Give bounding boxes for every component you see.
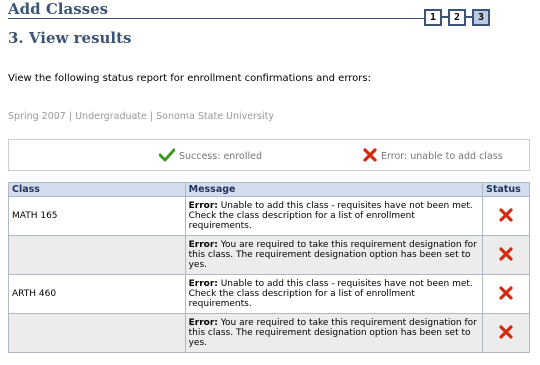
title-divider bbox=[8, 18, 424, 19]
legend-success-label: Success: enrolled bbox=[179, 151, 262, 162]
message-text: You are required to take this requiremen… bbox=[188, 240, 477, 270]
status-cell bbox=[482, 274, 530, 314]
status-cell bbox=[482, 313, 530, 353]
page-title: Add Classes bbox=[8, 0, 109, 18]
section-title: 3. View results bbox=[8, 29, 132, 47]
intro-text: View the following status report for enr… bbox=[8, 73, 371, 84]
error-label: Error: bbox=[188, 318, 218, 328]
message-text: You are required to take this requiremen… bbox=[188, 318, 477, 348]
error-label: Error: bbox=[188, 279, 218, 289]
table-row: ARTH 460 Error: Unable to add this class… bbox=[8, 274, 530, 314]
error-label: Error: bbox=[188, 240, 218, 250]
x-icon bbox=[499, 324, 513, 342]
table-header-row: Class Message Status bbox=[8, 182, 530, 197]
column-header-status: Status bbox=[482, 182, 530, 197]
status-cell bbox=[482, 235, 530, 275]
column-header-class: Class bbox=[8, 182, 186, 197]
message-cell: Error: You are required to take this req… bbox=[184, 235, 484, 275]
message-text: Unable to add this class - requisites ha… bbox=[188, 279, 473, 309]
step-2: 2 bbox=[448, 8, 466, 26]
status-cell bbox=[482, 196, 530, 236]
legend-error: Error: unable to add class bbox=[363, 148, 503, 165]
legend-success: Success: enrolled bbox=[158, 148, 262, 165]
table-row: Error: You are required to take this req… bbox=[8, 313, 530, 353]
class-cell bbox=[8, 235, 186, 275]
step-1: 1 bbox=[424, 8, 442, 26]
error-label: Error: bbox=[188, 201, 218, 211]
step-indicator: 1 2 3 bbox=[424, 8, 490, 26]
message-text: Unable to add this class - requisites ha… bbox=[188, 201, 473, 231]
x-icon bbox=[499, 207, 513, 225]
class-cell bbox=[8, 313, 186, 353]
term-info: Spring 2007 | Undergraduate | Sonoma Sta… bbox=[8, 111, 274, 122]
class-cell: ARTH 460 bbox=[8, 274, 186, 314]
x-icon bbox=[363, 148, 377, 165]
message-cell: Error: You are required to take this req… bbox=[184, 313, 484, 353]
x-icon bbox=[499, 246, 513, 264]
legend-error-label: Error: unable to add class bbox=[381, 151, 503, 162]
x-icon bbox=[499, 285, 513, 303]
table-row: MATH 165 Error: Unable to add this class… bbox=[8, 196, 530, 236]
message-cell: Error: Unable to add this class - requis… bbox=[184, 274, 484, 314]
class-cell: MATH 165 bbox=[8, 196, 186, 236]
message-cell: Error: Unable to add this class - requis… bbox=[184, 196, 484, 236]
step-3-current: 3 bbox=[472, 8, 490, 26]
table-row: Error: You are required to take this req… bbox=[8, 235, 530, 275]
checkmark-icon bbox=[158, 148, 176, 165]
results-table: Class Message Status MATH 165 Error: Una… bbox=[8, 182, 530, 353]
status-legend: Success: enrolled Error: unable to add c… bbox=[8, 139, 530, 171]
column-header-message: Message bbox=[184, 182, 484, 197]
